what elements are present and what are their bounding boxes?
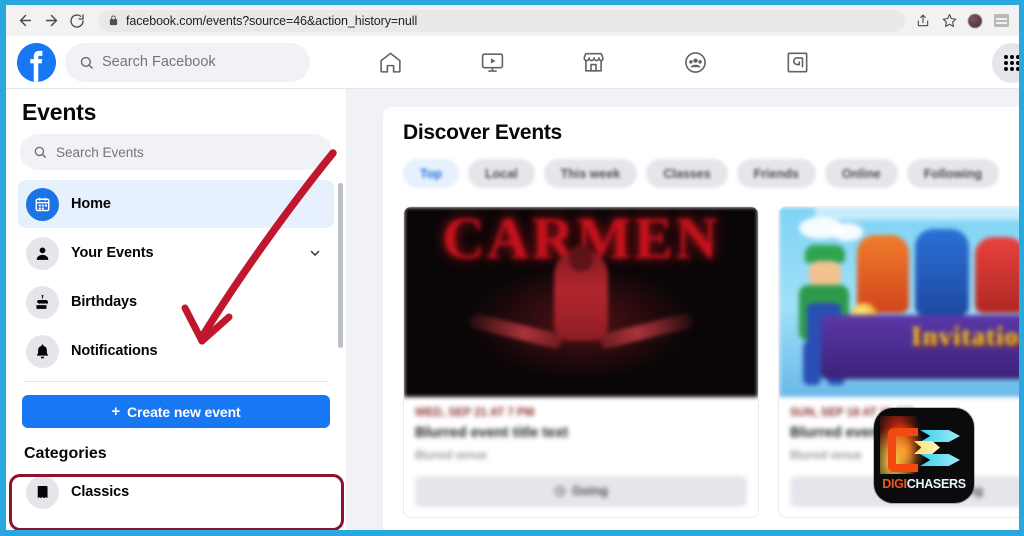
search-icon bbox=[33, 145, 47, 159]
profile-avatar-icon[interactable] bbox=[963, 9, 987, 33]
event-card-body: WED, SEP 21 AT 7 PM Blurred event title … bbox=[404, 397, 758, 462]
nav-marketplace-icon[interactable] bbox=[568, 42, 620, 82]
digichasers-watermark-logo: DIGICHASERS bbox=[874, 408, 974, 503]
event-card[interactable]: CARMEN WED, SEP 21 AT 7 PM Blurred event… bbox=[403, 206, 759, 518]
event-title: Blurred event title text bbox=[415, 425, 569, 441]
reload-button[interactable] bbox=[64, 8, 90, 34]
sidebar-scrollbar[interactable] bbox=[338, 183, 343, 348]
chip-classes[interactable]: Classes bbox=[646, 159, 728, 188]
facebook-search-placeholder: Search Facebook bbox=[102, 54, 216, 70]
sidebar-item-classics[interactable]: Classics bbox=[18, 468, 334, 516]
url-text: facebook.com/events?source=46&action_his… bbox=[126, 13, 418, 28]
star-icon[interactable] bbox=[937, 9, 961, 33]
discover-events-title: Discover Events bbox=[403, 121, 562, 144]
bell-icon bbox=[26, 334, 59, 368]
chip-friends[interactable]: Friends bbox=[736, 159, 816, 188]
chip-this-week[interactable]: This week bbox=[543, 159, 638, 188]
create-new-event-label: Create new event bbox=[127, 403, 241, 420]
back-button[interactable] bbox=[12, 8, 38, 34]
lock-icon bbox=[108, 15, 119, 26]
browser-actions bbox=[911, 9, 1013, 33]
browser-window: facebook.com/events?source=46&action_his… bbox=[6, 5, 1019, 530]
book-icon bbox=[26, 475, 59, 509]
plus-icon: + bbox=[111, 403, 121, 420]
event-cover-image: Invitation bbox=[779, 207, 1019, 397]
cake-icon bbox=[26, 285, 59, 319]
calendar-icon bbox=[26, 187, 59, 221]
facebook-primary-nav bbox=[310, 42, 870, 82]
categories-heading: Categories bbox=[24, 445, 107, 462]
sidebar-item-label: Your Events bbox=[71, 245, 154, 261]
events-sidebar: Events Search Events Home Your Events Bi… bbox=[6, 89, 346, 530]
sidebar-item-notifications[interactable]: Notifications bbox=[18, 327, 334, 375]
facebook-header: Search Facebook bbox=[6, 36, 1019, 89]
sidebar-item-label: Home bbox=[71, 196, 111, 212]
nav-watch-icon[interactable] bbox=[466, 42, 518, 82]
event-cover-image: CARMEN bbox=[404, 207, 758, 397]
event-location: Blurred venue bbox=[415, 449, 487, 462]
clock-icon bbox=[554, 485, 565, 497]
sidebar-item-home[interactable]: Home bbox=[18, 180, 334, 228]
nav-home-icon[interactable] bbox=[365, 42, 417, 82]
sidebar-item-your-events[interactable]: Your Events bbox=[18, 229, 334, 277]
screenshot-frame: facebook.com/events?source=46&action_his… bbox=[0, 0, 1024, 536]
poster-figure bbox=[467, 245, 695, 384]
create-new-event-button[interactable]: + Create new event bbox=[22, 395, 330, 428]
person-icon bbox=[26, 236, 59, 270]
sidebar-item-label: Notifications bbox=[71, 343, 158, 359]
nav-gaming-icon[interactable] bbox=[771, 42, 823, 82]
nav-groups-icon[interactable] bbox=[670, 42, 722, 82]
page-title: Events bbox=[22, 99, 97, 125]
chip-following[interactable]: Following bbox=[906, 159, 1000, 188]
sidebar-item-label: Birthdays bbox=[71, 294, 137, 310]
chip-local[interactable]: Local bbox=[467, 159, 535, 188]
search-events-placeholder: Search Events bbox=[56, 144, 144, 160]
chevron-down-icon[interactable] bbox=[308, 246, 326, 260]
address-bar[interactable]: facebook.com/events?source=46&action_his… bbox=[98, 9, 905, 32]
sidebar-item-label: Classics bbox=[71, 484, 130, 500]
browser-toolbar: facebook.com/events?source=46&action_his… bbox=[6, 5, 1019, 36]
search-events-input[interactable]: Search Events bbox=[20, 134, 332, 170]
watermark-brand-first: DIGI bbox=[882, 477, 907, 491]
create-event-wrapper: + Create new event bbox=[19, 392, 333, 431]
chip-top[interactable]: Top bbox=[403, 159, 459, 188]
sidebar-divider bbox=[24, 381, 328, 382]
sidebar-item-birthdays[interactable]: Birthdays bbox=[18, 278, 334, 326]
page-body: Events Search Events Home Your Events Bi… bbox=[6, 89, 1019, 530]
chip-online[interactable]: Online bbox=[824, 159, 898, 188]
facebook-search-input[interactable]: Search Facebook bbox=[65, 42, 310, 82]
watermark-brand-second: CHASERS bbox=[906, 477, 966, 491]
nine-dot-menu-icon[interactable] bbox=[992, 43, 1019, 83]
search-icon bbox=[79, 55, 94, 70]
forward-button[interactable] bbox=[38, 8, 64, 34]
facebook-logo-icon[interactable] bbox=[17, 42, 56, 82]
event-poster-text: Invitation bbox=[910, 321, 1019, 351]
going-label: Going bbox=[571, 484, 609, 499]
share-icon[interactable] bbox=[911, 9, 935, 33]
event-filter-chips: Top Local This week Classes Friends Onli… bbox=[403, 159, 1019, 188]
event-datetime: WED, SEP 21 AT 7 PM bbox=[415, 407, 535, 419]
extensions-icon[interactable] bbox=[989, 9, 1013, 33]
going-button[interactable]: Going bbox=[415, 475, 747, 507]
